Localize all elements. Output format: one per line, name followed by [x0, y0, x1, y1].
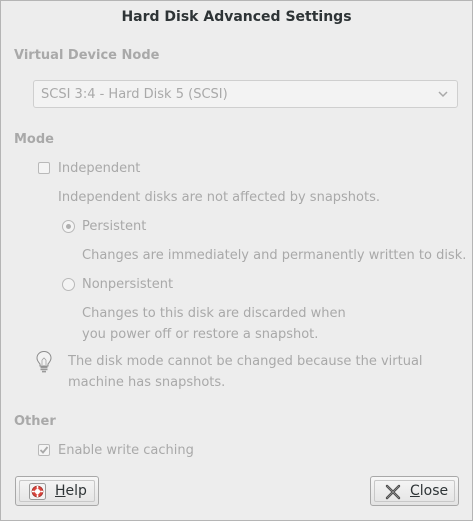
help-button[interactable]: Help [15, 476, 99, 506]
virtual-device-node-select[interactable]: SCSI 3:4 - Hard Disk 5 (SCSI) [33, 80, 458, 108]
close-button[interactable]: Close [370, 476, 459, 506]
enable-write-caching-checkbox[interactable] [38, 444, 50, 456]
persistent-note: Changes are immediately and permanently … [82, 248, 467, 263]
independent-label: Independent [58, 161, 141, 176]
radio-selected-dot [66, 224, 71, 229]
persistent-label: Persistent [82, 219, 147, 234]
close-mnemonic: C [410, 483, 420, 499]
virtual-device-node-heading: Virtual Device Node [14, 48, 160, 63]
help-mnemonic: H [55, 483, 66, 499]
help-button-label: Help [55, 477, 87, 505]
lightbulb-icon [36, 350, 52, 373]
virtual-device-node-value: SCSI 3:4 - Hard Disk 5 (SCSI) [41, 87, 228, 102]
checkmark-icon [39, 446, 49, 454]
other-heading: Other [14, 414, 56, 429]
hint-line2: machine has snapshots. [68, 375, 226, 390]
close-x-icon [385, 484, 401, 500]
independent-checkbox[interactable] [38, 162, 50, 174]
persistent-radio[interactable] [62, 220, 75, 233]
hint-line1: The disk mode cannot be changed because … [68, 354, 423, 369]
lifebuoy-icon [29, 483, 46, 500]
nonpersistent-note-line2: you power off or restore a snapshot. [82, 327, 319, 342]
close-button-label: Close [410, 477, 448, 505]
nonpersistent-label: Nonpersistent [82, 277, 174, 292]
window-title: Hard Disk Advanced Settings [121, 9, 352, 25]
hard-disk-advanced-settings-dialog: Hard Disk Advanced Settings Virtual Devi… [0, 0, 473, 521]
mode-heading: Mode [14, 132, 54, 147]
chevron-down-icon [438, 91, 448, 98]
nonpersistent-radio[interactable] [62, 278, 75, 291]
independent-note: Independent disks are not affected by sn… [58, 190, 381, 205]
nonpersistent-note-line1: Changes to this disk are discarded when [82, 306, 346, 321]
enable-write-caching-label: Enable write caching [58, 443, 194, 458]
close-label-rest: lose [419, 483, 449, 499]
help-label-rest: elp [65, 483, 87, 499]
